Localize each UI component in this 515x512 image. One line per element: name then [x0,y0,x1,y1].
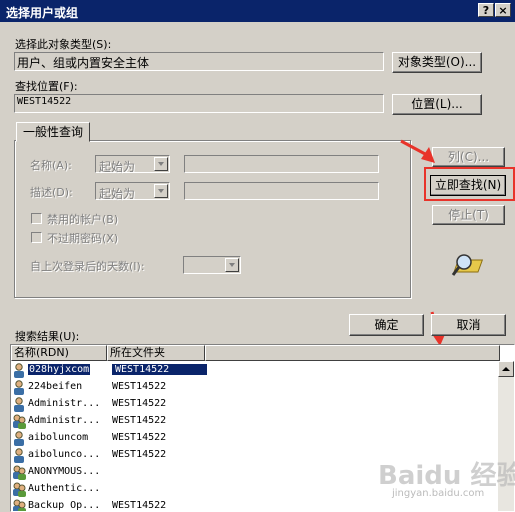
row-name: ANONYMOUS... [28,466,101,477]
object-type-field: 用户、组或内置安全主体 [14,52,384,71]
table-row[interactable]: Backup Op... WEST14522 [11,498,501,511]
group-icon [12,499,26,511]
non-expiring-password-label: 不过期密码(X) [47,232,119,245]
row-folder: WEST14522 [112,449,167,460]
stop-button[interactable]: 停止(T) [432,205,505,225]
locations-button[interactable]: 位置(L)... [392,94,482,115]
table-row[interactable]: Administr... WEST14522 [11,413,501,430]
row-name: 028hyjxcom [28,364,91,375]
object-types-button[interactable]: 对象类型(O)... [392,52,482,73]
user-icon [12,431,26,446]
location-field: WEST14522 [14,94,384,113]
ok-button[interactable]: 确定 [349,314,424,336]
title-bar: 选择用户或组 ? × [0,0,515,22]
name-match-value: 起始为 [99,160,136,174]
search-magnifier-icon [451,254,484,276]
row-name: aiboluncо... [28,449,101,460]
chevron-down-icon[interactable] [154,184,168,198]
help-button[interactable]: ? [478,3,494,17]
user-icon [12,363,26,378]
disabled-accounts-checkbox[interactable] [31,213,42,224]
table-row[interactable]: 028hyjxcom WEST14522 [11,362,501,379]
row-folder: WEST14522 [112,415,167,426]
row-folder: WEST14522 [112,398,167,409]
row-folder: WEST14522 [112,364,207,375]
search-results-label: 搜索结果(U): [15,330,80,343]
row-folder: WEST14522 [112,432,167,443]
close-button[interactable]: × [495,3,511,17]
column-header-name[interactable]: 名称(RDN) [11,345,107,361]
find-now-button[interactable]: 立即查找(N) [430,175,506,196]
cancel-button[interactable]: 取消 [431,314,506,336]
row-name: Authentic... [28,483,101,494]
row-folder: WEST14522 [112,381,167,392]
user-icon [12,397,26,412]
row-name: Backup Op... [28,500,101,511]
group-icon [12,414,26,429]
row-name: 224beifen [28,381,83,392]
table-row[interactable]: Administr... WEST14522 [11,396,501,413]
watermark-url: jingyan.baidu.com [392,488,485,499]
location-label: 查找位置(F): [15,80,78,93]
user-icon [12,448,26,463]
table-row[interactable]: 224beifen WEST14522 [11,379,501,396]
scroll-up-button[interactable] [498,361,514,377]
days-since-login-label: 自上次登录后的天数(I): [30,260,145,273]
tab-common-queries[interactable]: 一般性查询 [16,122,90,142]
disabled-accounts-label: 禁用的帐户(B) [47,213,119,226]
object-type-label: 选择此对象类型(S): [15,38,112,51]
table-row[interactable]: aiboluncom WEST14522 [11,430,501,447]
annotation-arrow-icon [400,139,435,163]
group-icon [12,465,26,480]
column-header-folder[interactable]: 所在文件夹 [107,345,205,361]
row-name: Administr... [28,398,101,409]
description-match-select[interactable]: 起始为 [95,182,170,201]
row-name: aiboluncom [28,432,89,443]
column-header-empty [205,345,500,361]
window-title: 选择用户或组 [6,6,79,20]
name-match-select[interactable]: 起始为 [95,155,170,174]
row-folder: WEST14522 [112,500,167,511]
non-expiring-password-checkbox[interactable] [31,232,42,243]
description-label: 描述(D): [30,186,73,199]
description-match-value: 起始为 [99,187,136,201]
name-label: 名称(A): [30,159,72,172]
chevron-down-icon[interactable] [154,157,168,171]
name-input[interactable] [184,155,379,173]
days-since-login-select[interactable] [183,256,241,274]
description-input[interactable] [184,182,379,200]
row-name: Administr... [28,415,101,426]
user-icon [12,380,26,395]
watermark-logo: Baidu 经验 [378,461,515,491]
group-icon [12,482,26,497]
chevron-down-icon[interactable] [225,258,239,272]
